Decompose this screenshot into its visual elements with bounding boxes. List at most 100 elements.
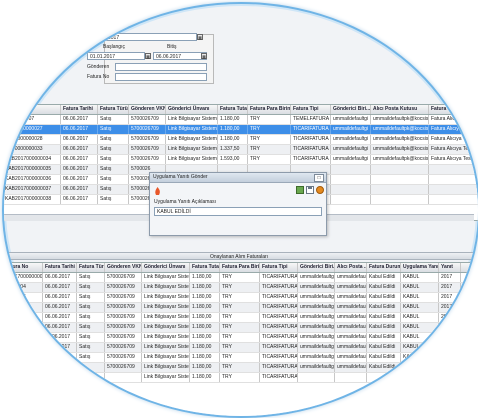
table-row[interactable]: ...170000000027 06.06.2017 Satış 5700026709…	[4, 125, 478, 135]
table-row[interactable]: Link Bilgisayar Sistemleri1.180,00TRYTIC…	[4, 373, 478, 383]
column-header[interactable]: Alıcı Posta Kutusu	[371, 105, 429, 114]
table-row[interactable]: ...0009 06.06.2017 Satış 5700026709 Link Bil…	[4, 303, 478, 313]
table-cell: Kabul Edildi	[367, 283, 401, 292]
table-cell: ummaildefaultpk@kocsis	[373, 145, 429, 154]
column-header[interactable]: Fatura Tarihi	[43, 263, 77, 272]
table-cell	[371, 185, 429, 194]
table-cell: 06.06.2017	[43, 303, 77, 312]
column-header[interactable]: Fatura Tutarı	[190, 263, 220, 272]
column-header[interactable]	[4, 105, 61, 114]
table-cell: 2017	[439, 283, 461, 292]
table-cell: ...010	[4, 313, 43, 322]
table-row[interactable]: ...012 06.06.2017 Satış 5700026709 Link Bilg…	[4, 323, 478, 333]
table-row[interactable]: 5700026709Link Bilgisayar Sistemleri1.18…	[4, 363, 478, 373]
table-cell: 1.337,50	[218, 145, 248, 154]
table-row[interactable]: ...170000000028 06.06.2017 Satış 5700026709…	[4, 135, 478, 145]
table-cell: ummaildefaultgi	[300, 323, 335, 332]
table-row[interactable]: ...016 06.06.2017 Satış 5700026709 Link Bilg…	[4, 343, 478, 353]
table-cell	[429, 175, 478, 184]
table-cell: ummaildefaultgi	[300, 333, 335, 342]
column-header[interactable]: Fatura Tipi	[291, 105, 331, 114]
table-cell: 1.593,00	[218, 155, 248, 164]
column-header[interactable]: Gönderici Ünvanı	[142, 263, 190, 272]
column-header[interactable]: Fatura Tipi	[260, 263, 298, 272]
column-header[interactable]: Fatura Tutarı	[218, 105, 248, 114]
dialog-titlebar: Uygulama Yanıtı Gönder □	[150, 173, 326, 183]
save-icon[interactable]	[306, 186, 314, 194]
table-cell: ummaildefaultgi	[300, 343, 335, 352]
table-cell: 1.180,00	[190, 373, 220, 382]
table-row[interactable]: ...170000000033 06.06.2017 Satış 5700026709…	[4, 145, 478, 155]
column-header[interactable]: Uygulama Yanıtı	[401, 263, 439, 272]
table-cell	[367, 373, 401, 382]
table-cell: ...170000000033	[4, 145, 61, 154]
column-header[interactable]: Gönderen VKN	[105, 263, 142, 272]
column-header[interactable]: Fatura Durumu	[367, 263, 401, 272]
end-date-input[interactable]: 06.06.2017	[153, 52, 207, 60]
cancel-icon[interactable]	[316, 186, 324, 194]
column-header[interactable]: Fatura Tarihi	[61, 105, 98, 114]
table-cell	[331, 175, 371, 184]
table-cell: ...000005	[4, 293, 43, 302]
table-cell: KAB2017000000037	[4, 185, 61, 194]
column-header[interactable]: Fatura Durumu	[429, 105, 478, 114]
answer-input[interactable]: KABUL EDİLDİ	[154, 207, 322, 216]
table-cell: Kabul Edildi	[367, 273, 401, 282]
table-cell: 5700026709	[105, 363, 142, 372]
top-field-calendar-icon[interactable]: ▦	[197, 34, 203, 40]
table-cell: 06.06.2017	[61, 195, 98, 204]
start-date-input[interactable]: 01.01.2017	[87, 52, 145, 60]
start-date-calendar-icon[interactable]: ▦	[145, 53, 151, 59]
table-cell: KAB2017000000036	[4, 175, 61, 184]
table-cell: ummaildefaultpk	[337, 283, 367, 292]
top-field[interactable]: 2017	[105, 33, 197, 41]
table-cell: 06.06.2017	[61, 155, 98, 164]
close-icon[interactable]: □	[314, 174, 324, 182]
table-row[interactable]: ...017 06.06.2017 Satış 5700026709 Link Bilg…	[4, 353, 478, 363]
table-cell: Kabul Edildi	[367, 353, 401, 362]
table-row[interactable]: ...000000007 06.06.2017 Satış 5700026709 Lin…	[4, 115, 478, 125]
table-cell: TRY	[248, 125, 291, 134]
table-cell: TICARIFATURA	[291, 155, 331, 164]
table-row[interactable]: ...000005 06.06.2017 Satış 5700026709 Link B…	[4, 293, 478, 303]
table-cell: ummaildefaultpk	[337, 273, 367, 282]
table-cell	[335, 373, 367, 382]
column-header[interactable]: Alıcı Posta ...	[335, 263, 367, 272]
column-header[interactable]: Fatura Türü	[98, 105, 129, 114]
column-header[interactable]: Fatura Para Birimi	[248, 105, 291, 114]
table-cell: TRY	[248, 155, 291, 164]
table-cell: ummaildefaultgi	[300, 283, 335, 292]
table-cell: 06.06.2017	[61, 175, 98, 184]
column-header[interactable]: Gönderici Biri...	[331, 105, 371, 114]
table-cell: 2017	[439, 343, 461, 352]
table-row[interactable]: KAB2017000000034 06.06.2017 Satış 570002670…	[4, 155, 478, 165]
table-row[interactable]: ...015 06.06.2017 Satış 5700026709 Link Bilg…	[4, 333, 478, 343]
table-cell: TRY	[248, 145, 291, 154]
column-header[interactable]: Gönderici Ünvanı	[166, 105, 218, 114]
table-row[interactable]: ...2017000000003 06.06.2017 Satış 570002670…	[4, 273, 478, 283]
send-icon[interactable]	[296, 186, 304, 194]
sender-input[interactable]	[115, 63, 207, 71]
top-field-value: 2017	[108, 35, 120, 41]
column-header[interactable]: Fatura Para Birimi	[220, 263, 260, 272]
table-cell: Satış	[77, 303, 105, 312]
table-row[interactable]: ...010 06.06.2017 Satış 5700026709 Link Bilg…	[4, 313, 478, 323]
approved-invoices-grid: Fatura No Fatura Tarihi Fatura Türü Göndere…	[4, 262, 478, 416]
column-header[interactable]: Fatura No	[4, 263, 43, 272]
invoice-no-input[interactable]	[115, 73, 207, 81]
column-header[interactable]: Fatura Türü	[77, 263, 105, 272]
column-header[interactable]: Gönderen VKN	[129, 105, 166, 114]
table-cell: 1.180,00	[190, 303, 220, 312]
end-date-calendar-icon[interactable]: ▦	[201, 53, 207, 59]
table-cell: ummaildefaultgi	[331, 145, 371, 154]
column-header[interactable]: Gönderici Biri...	[298, 263, 335, 272]
table-cell: 2017	[439, 333, 461, 342]
table-cell: 5700026709	[105, 293, 142, 302]
dialog-title: Uygulama Yanıtı Gönder	[153, 174, 208, 180]
table-cell: TRY	[220, 293, 260, 302]
column-header[interactable]: Yanıt	[439, 263, 461, 272]
table-cell: 06.06.2017	[61, 165, 98, 174]
table-cell: Link Bilgisayar Sistemleri	[168, 135, 218, 144]
table-cell: Kabul Edildi	[367, 313, 401, 322]
table-row[interactable]: ...000004 06.06.2017 Satış 5700026709 Link B…	[4, 283, 478, 293]
